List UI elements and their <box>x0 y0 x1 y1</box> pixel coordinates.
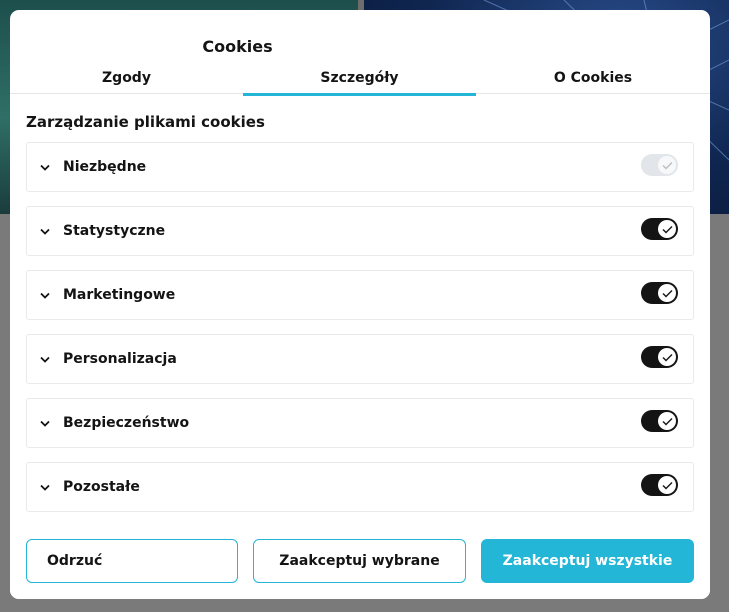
reject-button[interactable]: Odrzuć <box>26 539 238 583</box>
dialog-footer: Odrzuć Zaakceptuj wybrane Zaakceptuj wsz… <box>10 525 710 599</box>
dialog-title: Cookies <box>202 37 273 56</box>
marketing-toggle[interactable] <box>641 282 678 304</box>
tab-about-cookies[interactable]: O Cookies <box>476 62 710 94</box>
category-label: Niezbędne <box>63 159 147 175</box>
cookie-category-list: Niezbędne Statystyczne Marketingowe Pers… <box>26 142 694 526</box>
category-row-other[interactable]: Pozostałe <box>26 462 694 512</box>
check-icon <box>658 348 676 366</box>
category-row-statistics[interactable]: Statystyczne <box>26 206 694 256</box>
chevron-down-icon <box>27 292 63 299</box>
chevron-down-icon <box>27 420 63 427</box>
category-row-necessary[interactable]: Niezbędne <box>26 142 694 192</box>
tab-details[interactable]: Szczegóły <box>243 62 476 96</box>
check-icon <box>658 156 676 174</box>
necessary-toggle <box>641 154 678 176</box>
check-icon <box>658 284 676 302</box>
category-label: Bezpieczeństwo <box>63 415 190 431</box>
category-label: Personalizacja <box>63 351 177 367</box>
chevron-down-icon <box>27 228 63 235</box>
tab-bar: Zgody Szczegóły O Cookies <box>10 62 710 96</box>
cookie-consent-dialog: Cookies Zgody Szczegóły O Cookies Zarząd… <box>10 10 710 599</box>
category-label: Pozostałe <box>63 479 140 495</box>
security-toggle[interactable] <box>641 410 678 432</box>
category-label: Statystyczne <box>63 223 166 239</box>
personalization-toggle[interactable] <box>641 346 678 368</box>
category-label: Marketingowe <box>63 287 176 303</box>
category-row-personalization[interactable]: Personalizacja <box>26 334 694 384</box>
other-toggle[interactable] <box>641 474 678 496</box>
tab-consents[interactable]: Zgody <box>10 62 243 94</box>
check-icon <box>658 476 676 494</box>
statistics-toggle[interactable] <box>641 218 678 240</box>
category-row-security[interactable]: Bezpieczeństwo <box>26 398 694 448</box>
chevron-down-icon <box>27 164 63 171</box>
category-row-marketing[interactable]: Marketingowe <box>26 270 694 320</box>
check-icon <box>658 220 676 238</box>
chevron-down-icon <box>27 356 63 363</box>
section-heading: Zarządzanie plikami cookies <box>26 113 265 131</box>
accept-all-button[interactable]: Zaakceptuj wszystkie <box>481 539 694 583</box>
check-icon <box>658 412 676 430</box>
chevron-down-icon <box>27 484 63 491</box>
accept-selected-button[interactable]: Zaakceptuj wybrane <box>253 539 466 583</box>
